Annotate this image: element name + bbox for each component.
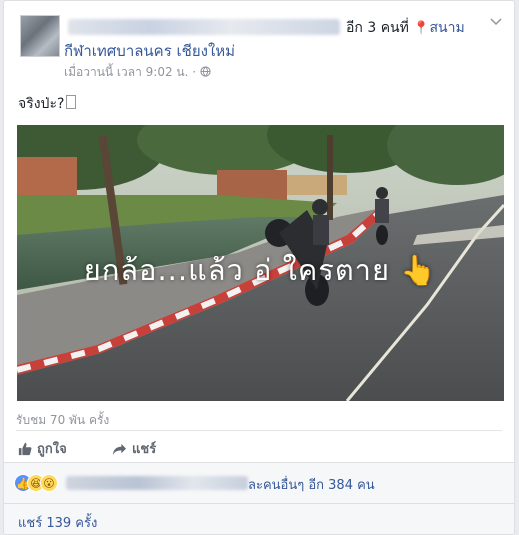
post-text: จริงป่ะ?	[18, 93, 77, 115]
shares-count-link[interactable]: แชร์ 139 ครั้ง	[18, 512, 97, 533]
with-others-link[interactable]: อีก 3 คนที่	[346, 20, 409, 36]
group-link[interactable]: กีฬาเทศบาลนคร เชียงใหม่	[64, 39, 235, 63]
share-label: แชร์	[132, 442, 157, 457]
thumbs-up-icon	[18, 442, 32, 456]
post-message: จริงป่ะ?	[18, 96, 65, 112]
location-link[interactable]: สนาม	[430, 20, 465, 36]
reactions-bar: 👍 😆 😮 ละคนอื่นๆ อีก 384 คน	[4, 463, 514, 503]
like-button[interactable]: ถูกใจ	[18, 438, 67, 459]
post-meta: เมื่อวานนี้ เวลา 9:02 น. ·	[64, 63, 211, 82]
location-pin-icon: 📍	[413, 21, 430, 36]
missing-glyph-box	[66, 95, 77, 109]
globe-icon[interactable]	[200, 66, 211, 77]
video-player[interactable]: ยกล้อ...แล้ว อ่ ใครตาย 👆	[17, 125, 504, 401]
pointing-up-emoji: 👆	[400, 253, 438, 287]
post-header-text: อีก 3 คนที่ 📍สนาม	[346, 17, 465, 39]
share-button[interactable]: แชร์	[112, 438, 156, 459]
reactions-count-link[interactable]: ละคนอื่นๆ อีก 384 คน	[248, 474, 375, 495]
rider-background-illustration	[375, 187, 389, 245]
blurred-author-name	[68, 19, 340, 35]
post-card: อีก 3 คนที่ 📍สนาม กีฬาเทศบาลนคร เชียงใหม…	[3, 0, 515, 535]
caption-text: ยกล้อ...แล้ว อ่ ใครตาย	[83, 253, 390, 287]
video-caption: ยกล้อ...แล้ว อ่ ใครตาย 👆	[17, 247, 504, 293]
divider	[16, 430, 502, 431]
wow-reaction-icon: 😮	[40, 474, 58, 492]
meta-separator: ·	[192, 65, 197, 79]
like-label: ถูกใจ	[37, 442, 67, 457]
chevron-down-icon[interactable]	[490, 15, 502, 30]
view-count: รับชม 70 พัน ครั้ง	[16, 413, 110, 427]
avatar[interactable]	[20, 15, 60, 57]
share-arrow-icon	[113, 443, 126, 456]
blurred-reactor-names	[66, 476, 248, 490]
timestamp-link[interactable]: เมื่อวานนี้ เวลา 9:02 น.	[64, 65, 188, 79]
